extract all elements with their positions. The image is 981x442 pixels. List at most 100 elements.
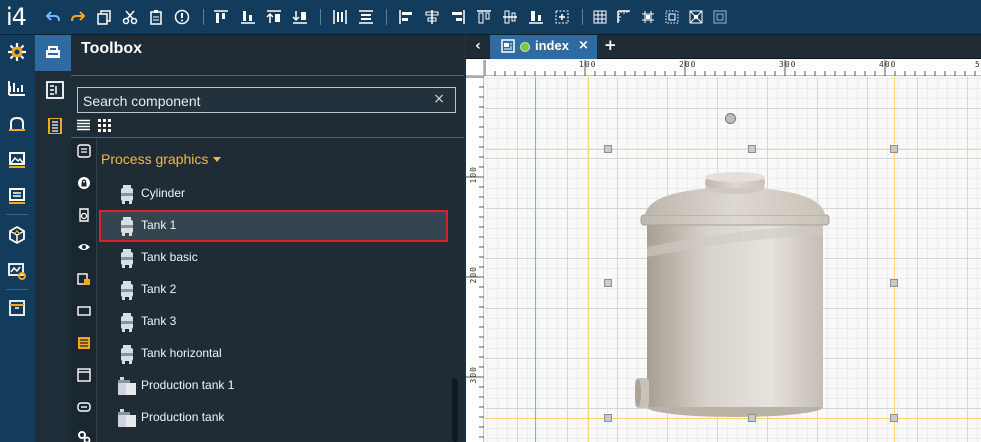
ruler-icon[interactable]	[616, 9, 632, 25]
distribute-vertical-icon[interactable]	[358, 9, 374, 25]
align-center-icon[interactable]	[424, 9, 440, 25]
design-canvas[interactable]	[485, 77, 981, 442]
gears-category-icon[interactable]	[77, 430, 91, 442]
list-item-production-tank-1[interactable]: Production tank 1	[99, 370, 448, 402]
distribute-horizontal-icon[interactable]	[332, 9, 348, 25]
fit-to-screen-icon[interactable]	[712, 9, 728, 25]
align-bottom-edge-icon[interactable]	[528, 9, 544, 25]
info-icon[interactable]	[174, 9, 190, 25]
search-input[interactable]	[83, 92, 423, 110]
rail-separator	[6, 289, 28, 290]
toolbox-panel: Toolbox × Process graphics Cylinder Tank…	[71, 35, 464, 442]
resize-handle-bottom[interactable]	[748, 414, 756, 422]
paste-icon[interactable]	[148, 9, 164, 25]
package-icon[interactable]	[7, 225, 27, 245]
toolbox-tool-button[interactable]	[35, 35, 71, 71]
align-bottom-icon[interactable]	[240, 9, 256, 25]
rail-separator	[6, 214, 28, 215]
properties-list-icon[interactable]	[45, 116, 65, 136]
center-canvas-icon[interactable]	[554, 9, 570, 25]
settings-gear-icon[interactable]	[7, 42, 27, 62]
send-backward-icon[interactable]	[292, 9, 308, 25]
list-category-icon[interactable]	[77, 336, 91, 350]
window-category-icon[interactable]	[77, 368, 91, 382]
list-item-tank-basic[interactable]: Tank basic	[99, 242, 448, 274]
picture-gallery-icon[interactable]	[7, 150, 27, 170]
caret-down-icon	[213, 157, 222, 162]
item-label: Cylinder	[141, 186, 186, 200]
tank-component-icon	[117, 280, 137, 300]
link-category-icon[interactable]	[77, 400, 91, 414]
panel-divider	[71, 75, 464, 76]
align-middle-icon[interactable]	[502, 9, 518, 25]
toolbar-separator	[582, 9, 583, 25]
group-header-process-graphics[interactable]: Process graphics	[101, 151, 222, 167]
tab-scroll-left-button[interactable]: ‹	[466, 35, 490, 59]
tank-component-icon	[117, 184, 137, 204]
clear-search-button[interactable]: ×	[433, 91, 445, 107]
align-top-edge-icon[interactable]	[476, 9, 492, 25]
main-navigation-rail	[0, 35, 35, 442]
list-scrollbar[interactable]	[452, 378, 458, 442]
eye-category-icon[interactable]	[77, 240, 91, 254]
bring-forward-icon[interactable]	[266, 9, 282, 25]
screen-settings-icon[interactable]	[7, 261, 27, 281]
list-item-tank-horizontal[interactable]: Tank horizontal	[99, 338, 448, 370]
snap-guides-icon[interactable]	[688, 9, 704, 25]
snap-objects-icon[interactable]	[664, 9, 680, 25]
document-category-icon[interactable]	[77, 208, 91, 222]
tank-component-icon	[117, 216, 137, 236]
alarm-icon[interactable]	[7, 114, 27, 134]
report-icon[interactable]	[7, 186, 27, 206]
item-label: Tank 3	[141, 314, 177, 328]
redo-icon[interactable]	[70, 9, 86, 25]
lock-category-icon[interactable]	[77, 176, 91, 190]
resize-handle-top-right[interactable]	[890, 145, 898, 153]
panel-title: Toolbox	[81, 40, 143, 57]
cut-icon[interactable]	[122, 9, 138, 25]
ruler-label: 300	[779, 60, 797, 69]
ruler-label: 100	[469, 166, 478, 184]
list-view-icon[interactable]	[77, 119, 90, 132]
list-item-tank-3[interactable]: Tank 3	[99, 306, 448, 338]
ruler-ticks	[484, 60, 976, 76]
layout-editor-icon[interactable]	[45, 80, 65, 100]
snap-grid-icon[interactable]	[640, 9, 656, 25]
tank-1-component[interactable]	[635, 147, 830, 424]
list-item-cylinder[interactable]: Cylinder	[99, 178, 448, 210]
resize-handle-bottom-left[interactable]	[604, 414, 612, 422]
archive-icon[interactable]	[7, 298, 27, 318]
undo-icon[interactable]	[45, 9, 61, 25]
data-category-icon[interactable]	[77, 272, 91, 286]
chart-editor-icon[interactable]	[7, 78, 27, 98]
text-category-icon[interactable]	[77, 144, 91, 158]
resize-handle-bottom-right[interactable]	[890, 414, 898, 422]
align-top-icon[interactable]	[213, 9, 229, 25]
ruler-label: 400	[879, 60, 897, 69]
add-tab-button[interactable]: +	[604, 36, 617, 54]
copy-icon[interactable]	[96, 9, 112, 25]
rotation-handle[interactable]	[725, 113, 736, 124]
tank-component-icon	[117, 344, 137, 364]
align-right-icon[interactable]	[450, 9, 466, 25]
align-left-icon[interactable]	[398, 9, 414, 25]
ruler-label: 200	[469, 266, 478, 284]
close-tab-button[interactable]: ×	[578, 38, 589, 53]
item-label: Tank basic	[141, 250, 198, 264]
item-label: Tank 2	[141, 282, 177, 296]
grid-icon[interactable]	[592, 9, 608, 25]
resize-handle-left[interactable]	[604, 279, 612, 287]
resize-handle-top-left[interactable]	[604, 145, 612, 153]
ruler-label: 5	[975, 60, 981, 69]
tab-index[interactable]: index ×	[490, 35, 597, 59]
list-item-tank-1[interactable]: Tank 1	[99, 210, 448, 242]
resize-handle-top[interactable]	[748, 145, 756, 153]
top-toolbar: i4	[0, 0, 981, 35]
grid-view-icon[interactable]	[98, 119, 111, 132]
list-item-tank-2[interactable]: Tank 2	[99, 274, 448, 306]
rectangle-category-icon[interactable]	[77, 304, 91, 318]
list-item-production-tank[interactable]: Production tank	[99, 402, 448, 434]
toolbar-separator	[386, 9, 387, 25]
resize-handle-right[interactable]	[890, 279, 898, 287]
tank-component-icon	[117, 248, 137, 268]
